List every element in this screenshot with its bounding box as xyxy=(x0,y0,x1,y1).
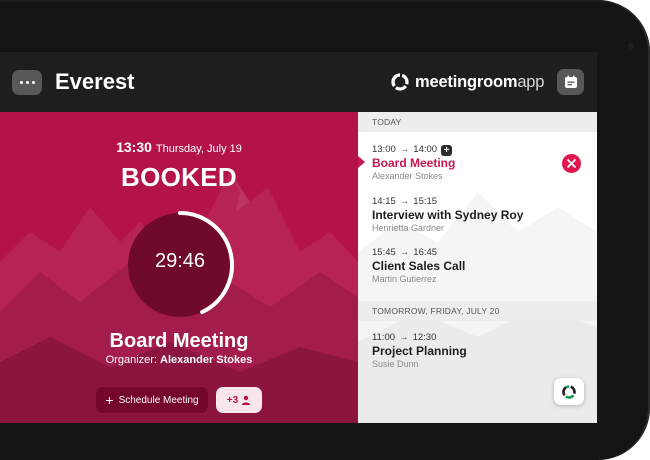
person-icon xyxy=(242,395,251,405)
current-time: 13:30 xyxy=(116,139,152,155)
schedule-meeting-label: Schedule Meeting xyxy=(118,394,199,406)
attendees-button[interactable]: +3 xyxy=(216,387,262,413)
room-status: BOOKED xyxy=(121,162,237,192)
event-organizer: Alexander Stokes xyxy=(372,171,443,181)
agenda-event[interactable]: 11:00 → 12:30 Project Planning Susie Dun… xyxy=(372,332,572,370)
calendar-icon xyxy=(564,75,577,88)
event-title: Board Meeting xyxy=(372,156,456,170)
current-meeting-title: Board Meeting xyxy=(109,330,249,352)
current-organizer: Organizer: Alexander Stokes xyxy=(105,354,253,366)
event-organizer: Henrietta Gardner xyxy=(372,223,445,233)
event-organizer: Susie Dunn xyxy=(372,359,419,369)
agenda-event[interactable]: 14:15 → 15:15 Interview with Sydney Roy … xyxy=(372,196,572,234)
event-organizer: Martin Gutierrez xyxy=(372,274,437,284)
event-time: 15:45 → 16:45 xyxy=(372,247,438,258)
close-icon xyxy=(567,159,576,168)
event-time: 14:15 → 15:15 xyxy=(372,196,438,207)
day-header-today: TODAY xyxy=(358,112,597,132)
more-icon xyxy=(19,81,23,84)
event-title: Interview with Sydney Roy xyxy=(372,208,524,222)
more-button[interactable] xyxy=(12,70,42,95)
status-panel: 13:30 Thursday, July 19 BOOKED 29:46 Boar… xyxy=(0,112,358,423)
agenda-panel: TODAY 13:00 → 14:00 + Board Meeting Alex… xyxy=(358,112,597,423)
countdown-timer: 29:46 xyxy=(125,210,235,320)
event-title: Client Sales Call xyxy=(372,259,466,273)
meetingroomapp-logo-icon xyxy=(391,73,409,91)
app-logo-icon xyxy=(562,384,576,399)
brand-wordmark: meetingroomapp xyxy=(415,72,545,91)
organizer-name: Alexander Stokes xyxy=(160,354,253,366)
event-time: 13:00 → 14:00 + xyxy=(372,144,572,156)
brand-logo: meetingroomapp xyxy=(390,69,544,95)
current-date: Thursday, July 19 xyxy=(155,143,242,155)
agenda-event[interactable]: 13:00 → 14:00 + Board Meeting Alexander … xyxy=(372,144,572,182)
current-time-line: 13:30 Thursday, July 19 xyxy=(0,139,358,155)
day-header-tomorrow: TOMORROW, FRIDAY, JULY 20 xyxy=(358,301,597,321)
event-title: Project Planning xyxy=(372,344,467,358)
extend-icon[interactable]: + xyxy=(441,144,453,156)
agenda-event[interactable]: 15:45 → 16:45 Client Sales Call Martin G… xyxy=(372,247,572,285)
end-meeting-button[interactable] xyxy=(562,154,581,173)
app-button[interactable] xyxy=(554,378,584,405)
event-time: 11:00 → 12:30 xyxy=(372,332,437,343)
current-event-marker xyxy=(358,156,365,168)
app-header: Everest meetingroomapp xyxy=(0,52,597,112)
front-camera xyxy=(628,43,634,49)
calendar-button[interactable] xyxy=(557,69,584,95)
plus-icon: + xyxy=(105,392,114,408)
timer-value: 29:46 xyxy=(154,250,206,272)
schedule-meeting-button[interactable]: + Schedule Meeting xyxy=(96,387,208,413)
screen: Everest meetingroomapp 13:30 Thursday, J… xyxy=(0,52,597,423)
room-name: Everest xyxy=(55,69,135,94)
attendees-count: +3 xyxy=(226,394,239,406)
